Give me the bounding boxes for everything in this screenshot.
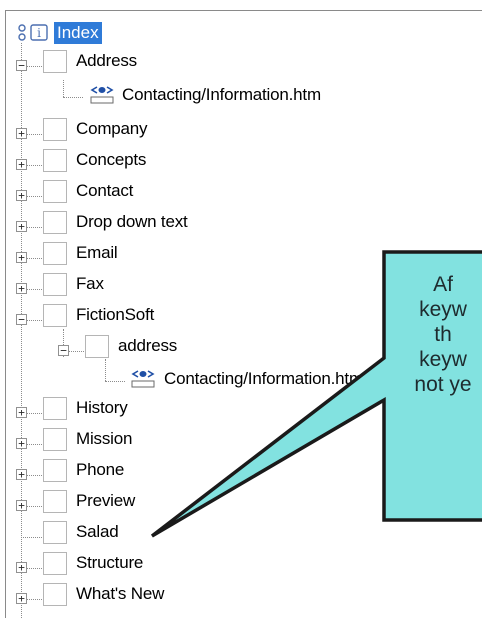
callout-text: Af keyw th keyw not ye	[383, 272, 482, 397]
callout-line: keyw	[419, 348, 467, 371]
callout-line: keyw	[419, 298, 467, 321]
callout-line: not ye	[414, 373, 472, 396]
callout-line: Af	[433, 273, 453, 296]
callout-line: th	[434, 323, 452, 346]
